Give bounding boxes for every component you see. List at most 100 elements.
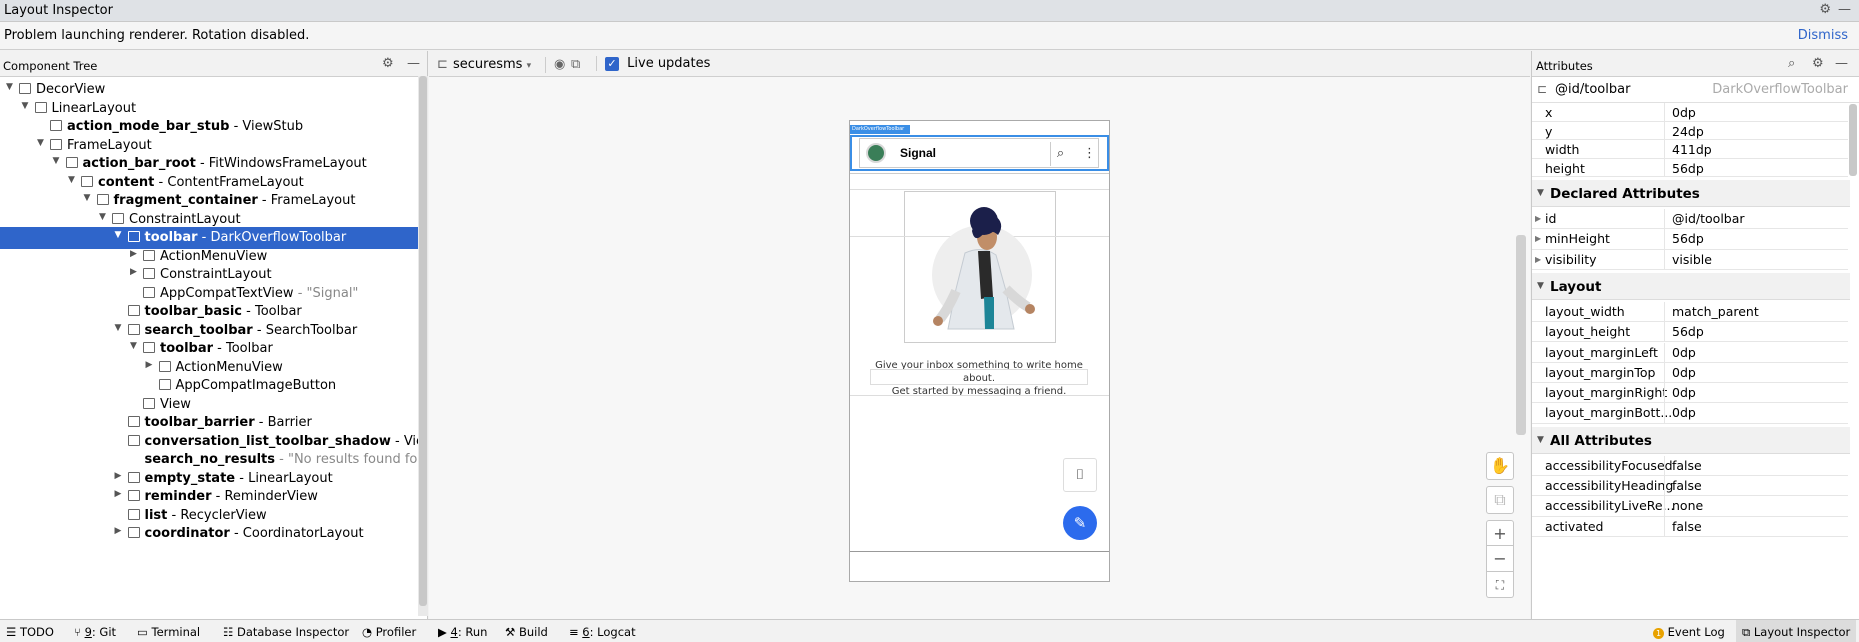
attribute-row[interactable]: layout_height 56dp xyxy=(1532,322,1848,343)
tree-row-coordinator[interactable]: ▶ coordinator - CoordinatorLayout xyxy=(0,523,420,545)
git-tab[interactable]: ⑂ 9: Git xyxy=(74,625,116,639)
attribute-row[interactable]: height 56dp xyxy=(1532,158,1848,177)
attribute-row[interactable]: y 24dp xyxy=(1532,121,1848,140)
attribute-value[interactable]: 56dp xyxy=(1664,158,1711,176)
expand-arrow-icon[interactable]: ▼ xyxy=(6,82,13,92)
expand-arrow-icon[interactable]: ▶ xyxy=(1535,214,1541,223)
attribute-value[interactable]: 56dp xyxy=(1664,229,1711,249)
attributes-scrollbar[interactable] xyxy=(1849,104,1857,176)
gear-icon[interactable]: ⚙ xyxy=(382,56,394,71)
attribute-row[interactable]: layout_marginBott... 0dp xyxy=(1532,403,1848,424)
compose-fab-icon[interactable]: ✎ xyxy=(1063,506,1097,540)
attribute-value[interactable]: 24dp xyxy=(1664,121,1711,139)
minimize-icon[interactable]: — xyxy=(407,56,420,71)
attribute-row[interactable]: layout_marginRight 0dp xyxy=(1532,383,1848,404)
attribute-row[interactable]: activated false xyxy=(1532,516,1848,537)
zoom-in-icon[interactable]: + xyxy=(1486,520,1514,546)
attribute-value[interactable]: 0dp xyxy=(1664,342,1703,362)
attribute-value[interactable]: none xyxy=(1664,496,1710,516)
expand-arrow-icon[interactable]: ▼ xyxy=(1537,188,1544,198)
device-screen[interactable]: DarkOverflowToolbar Signal ⌕ ⋮ Give your… xyxy=(849,120,1110,582)
collapse-arrow-icon[interactable]: ▶ xyxy=(130,249,137,259)
attribute-value[interactable]: 411dp xyxy=(1664,140,1719,158)
attribute-row[interactable]: accessibilityFocused false xyxy=(1532,455,1848,476)
section-all[interactable]: ▼ All Attributes xyxy=(1532,426,1850,454)
attribute-row[interactable]: ▶ minHeight 56dp xyxy=(1532,229,1848,250)
attribute-value[interactable]: 0dp xyxy=(1664,403,1703,423)
avatar[interactable] xyxy=(866,143,886,163)
attribute-value[interactable]: @id/toolbar xyxy=(1664,209,1752,229)
minimize-icon[interactable]: — xyxy=(1838,2,1851,17)
expand-arrow-icon[interactable]: ▼ xyxy=(130,341,137,351)
collapse-arrow-icon[interactable]: ▶ xyxy=(115,489,122,499)
event-log-tab[interactable]: 1 Event Log xyxy=(1653,625,1725,639)
attribute-row[interactable]: x 0dp xyxy=(1532,103,1848,122)
attribute-value[interactable]: false xyxy=(1664,516,1709,536)
expand-arrow-icon[interactable]: ▶ xyxy=(1535,255,1541,264)
attribute-value[interactable]: false xyxy=(1664,476,1709,496)
canvas-scrollbar[interactable] xyxy=(1516,235,1526,435)
scrollbar-thumb[interactable] xyxy=(419,76,427,606)
run-tab[interactable]: ▶ 4: Run xyxy=(438,625,487,639)
node-class: - LinearLayout xyxy=(235,470,333,486)
build-tab[interactable]: ⚒ Build xyxy=(505,625,548,639)
collapse-arrow-icon[interactable]: ▶ xyxy=(130,267,137,277)
dismiss-link[interactable]: Dismiss xyxy=(1798,28,1848,43)
collapse-arrow-icon[interactable]: ▶ xyxy=(115,526,122,536)
expand-arrow-icon[interactable]: ▼ xyxy=(115,323,122,333)
search-icon[interactable]: ⌕ xyxy=(1788,56,1795,71)
section-declared[interactable]: ▼ Declared Attributes xyxy=(1532,180,1850,207)
layer-icon[interactable]: ⧉ xyxy=(1486,486,1514,514)
database-inspector-tab[interactable]: ☷ Database Inspector xyxy=(223,625,349,639)
fit-screen-icon[interactable]: ⛶ xyxy=(1486,572,1514,598)
gear-icon[interactable]: ⚙ xyxy=(1819,2,1831,17)
expand-arrow-icon[interactable]: ▼ xyxy=(22,101,29,111)
attribute-value[interactable]: false xyxy=(1664,455,1709,475)
attribute-row[interactable]: accessibilityHeading false xyxy=(1532,476,1848,497)
eye-icon[interactable]: ◉ xyxy=(545,57,565,73)
minimize-icon[interactable]: — xyxy=(1835,56,1848,71)
attribute-value[interactable]: match_parent xyxy=(1664,301,1766,322)
component-tree-title: Component Tree xyxy=(3,59,98,73)
overflow-menu-icon[interactable]: ⋮ xyxy=(1083,142,1096,166)
zoom-out-icon[interactable]: − xyxy=(1486,546,1514,572)
expand-arrow-icon[interactable]: ▼ xyxy=(99,212,106,222)
tree-scrollbar[interactable] xyxy=(418,76,428,616)
camera-icon[interactable]: ⌷ xyxy=(1063,458,1097,492)
attribute-row[interactable]: layout_width match_parent xyxy=(1532,301,1848,323)
attribute-row[interactable]: ▶ id @id/toolbar xyxy=(1532,209,1848,230)
expand-arrow-icon[interactable]: ▼ xyxy=(37,138,44,148)
collapse-arrow-icon[interactable]: ▶ xyxy=(146,360,153,370)
section-layout[interactable]: ▼ Layout xyxy=(1532,272,1850,300)
profiler-tab[interactable]: ◔ Profiler xyxy=(362,625,416,639)
logcat-tab[interactable]: ≡ 6: Logcat xyxy=(569,625,636,639)
expand-arrow-icon[interactable]: ▼ xyxy=(84,193,91,203)
attribute-value[interactable]: 56dp xyxy=(1664,322,1711,342)
pan-hand-icon[interactable]: ✋ xyxy=(1486,452,1514,480)
expand-arrow-icon[interactable]: ▼ xyxy=(115,230,122,240)
attribute-value[interactable]: 0dp xyxy=(1664,103,1703,121)
attribute-value[interactable]: visible xyxy=(1664,249,1719,269)
expand-arrow-icon[interactable]: ▼ xyxy=(68,175,75,185)
expand-arrow-icon[interactable]: ▼ xyxy=(1537,281,1544,291)
checkbox-checked-icon[interactable]: ✓ xyxy=(605,56,619,71)
expand-arrow-icon[interactable]: ▼ xyxy=(1537,435,1544,445)
attribute-value[interactable]: 0dp xyxy=(1664,383,1703,403)
attribute-row[interactable]: width 411dp xyxy=(1532,140,1848,159)
attribute-row[interactable]: ▶ visibility visible xyxy=(1532,249,1848,270)
process-selector[interactable]: securesms ▾ xyxy=(453,57,531,72)
refresh-layout-icon[interactable]: ⧉ xyxy=(571,57,580,72)
layout-inspector-tab[interactable]: ⧉ Layout Inspector xyxy=(1736,620,1857,642)
live-updates-toggle[interactable]: ✓ Live updates xyxy=(596,56,710,71)
expand-arrow-icon[interactable]: ▼ xyxy=(53,156,60,166)
gear-icon[interactable]: ⚙ xyxy=(1812,56,1824,71)
search-icon[interactable]: ⌕ xyxy=(1050,142,1070,166)
expand-arrow-icon[interactable]: ▶ xyxy=(1535,234,1541,243)
collapse-arrow-icon[interactable]: ▶ xyxy=(115,471,122,481)
todo-tab[interactable]: ☰ TODO xyxy=(6,625,54,639)
attribute-row[interactable]: layout_marginTop 0dp xyxy=(1532,362,1848,384)
attribute-value[interactable]: 0dp xyxy=(1664,362,1703,383)
attribute-row[interactable]: accessibilityLiveRe... none xyxy=(1532,496,1848,517)
terminal-tab[interactable]: ▭ Terminal xyxy=(137,625,200,639)
attribute-row[interactable]: layout_marginLeft 0dp xyxy=(1532,342,1848,363)
